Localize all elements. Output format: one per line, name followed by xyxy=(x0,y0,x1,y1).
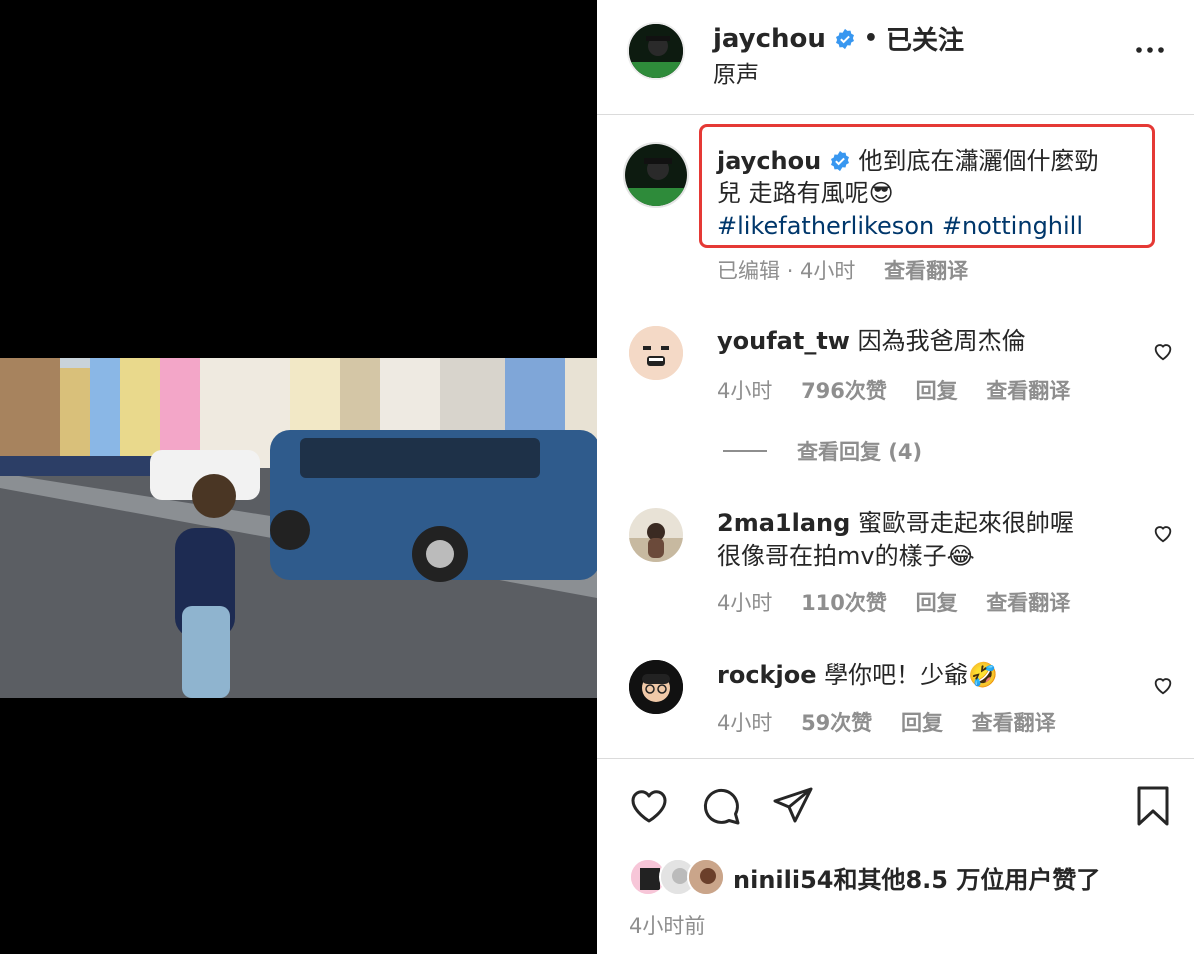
hashtag-nottinghill[interactable]: #nottinghill xyxy=(942,212,1083,240)
caption-meta: 已编辑 · 4小时 查看翻译 xyxy=(717,259,969,283)
comment-username[interactable]: rockjoe xyxy=(717,661,817,689)
header-username-row: jaychou • 已关注 xyxy=(713,20,964,57)
header-username[interactable]: jaychou xyxy=(713,24,826,54)
audio-label[interactable]: 原声 xyxy=(713,55,759,89)
comment-username[interactable]: 2ma1lang xyxy=(717,509,850,537)
replies-line xyxy=(723,450,767,452)
comment-2: 2ma1lang 蜜歐哥走起來很帥喔 xyxy=(717,507,1074,539)
translate-link[interactable]: 查看翻译 xyxy=(986,591,1070,615)
follow-status-button[interactable]: 已关注 xyxy=(886,20,964,57)
hashtag-likefatherlikeson[interactable]: #likefatherlikeson xyxy=(717,212,934,240)
comment-like-count[interactable]: 59次赞 xyxy=(801,711,872,735)
comment-1-meta: 4小时 796次赞 回复 查看翻译 xyxy=(717,375,1070,405)
comment-avatar-youfat[interactable] xyxy=(629,326,683,380)
caption-time: 4小时 xyxy=(800,259,856,283)
bookmark-icon[interactable] xyxy=(1131,784,1175,828)
liker-avatars[interactable] xyxy=(629,858,729,898)
heart-icon[interactable] xyxy=(627,784,671,828)
author-avatar[interactable] xyxy=(627,22,685,80)
comment-time: 4小时 xyxy=(717,711,773,735)
view-replies-label: 查看回复 (4) xyxy=(797,440,923,464)
translate-link[interactable]: 查看翻译 xyxy=(972,711,1056,735)
post-photo xyxy=(0,358,597,698)
comment-time: 4小时 xyxy=(717,591,773,615)
reply-button[interactable]: 回复 xyxy=(916,591,958,615)
header-divider xyxy=(597,114,1194,115)
heart-icon[interactable] xyxy=(1152,522,1174,544)
caption-text-line-2: 兒 走路有風呢😎 xyxy=(717,179,894,207)
post-details-panel: jaychou • 已关注 原声 jaychou 他到底在瀟灑個什麼勁 兒 走路… xyxy=(597,0,1194,954)
comment-like-count[interactable]: 796次赞 xyxy=(801,379,887,403)
comment-text: 蜜歐哥走起來很帥喔 xyxy=(857,509,1074,537)
comment-avatar-rockjoe[interactable] xyxy=(629,660,683,714)
likes-summary[interactable]: ninili54和其他8.5 万位用户赞了 xyxy=(733,860,1100,895)
comment-text: 因為我爸周杰倫 xyxy=(857,327,1026,355)
caption-translate-link[interactable]: 查看翻译 xyxy=(884,259,968,283)
post-timestamp: 4小时前 xyxy=(629,914,706,938)
comment-like-count[interactable]: 110次赞 xyxy=(801,591,887,615)
verified-badge-icon xyxy=(830,150,849,172)
more-icon[interactable] xyxy=(1134,34,1166,66)
caption-avatar[interactable] xyxy=(623,142,689,208)
share-icon[interactable] xyxy=(771,784,815,828)
caption-text: 他到底在瀟灑個什麼勁 xyxy=(858,147,1099,175)
post-media[interactable] xyxy=(0,0,597,954)
comment-2-meta: 4小时 110次赞 回复 查看翻译 xyxy=(717,587,1070,617)
actions-divider xyxy=(597,758,1194,759)
heart-icon[interactable] xyxy=(1152,340,1174,362)
comment-3: rockjoe 學你吧！少爺🤣 xyxy=(717,659,998,691)
reply-button[interactable]: 回复 xyxy=(916,379,958,403)
caption-line-1: jaychou 他到底在瀟灑個什麼勁 xyxy=(717,145,1099,177)
dot-separator: • xyxy=(863,26,878,51)
heart-icon[interactable] xyxy=(1152,674,1174,696)
comment-username[interactable]: youfat_tw xyxy=(717,327,850,355)
comment-1: youfat_tw 因為我爸周杰倫 xyxy=(717,325,1026,357)
translate-link[interactable]: 查看翻译 xyxy=(986,379,1070,403)
edited-label: 已编辑 xyxy=(717,259,780,283)
caption-hashtags: #likefatherlikeson #nottinghill xyxy=(717,210,1083,242)
comment-3-meta: 4小时 59次赞 回复 查看翻译 xyxy=(717,707,1056,737)
comment-2-text-line-2: 很像哥在拍mv的樣子😂 xyxy=(717,542,975,570)
comment-text: 學你吧！少爺🤣 xyxy=(824,661,999,689)
comment-icon[interactable] xyxy=(699,784,743,828)
caption-username[interactable]: jaychou xyxy=(717,147,821,175)
comment-avatar-2ma1lang[interactable] xyxy=(629,508,683,562)
comment-time: 4小时 xyxy=(717,379,773,403)
liker-avatar xyxy=(687,858,725,896)
reply-button[interactable]: 回复 xyxy=(901,711,943,735)
verified-badge-icon xyxy=(835,28,854,49)
view-replies-button[interactable]: 查看回复 (4) xyxy=(723,436,922,466)
